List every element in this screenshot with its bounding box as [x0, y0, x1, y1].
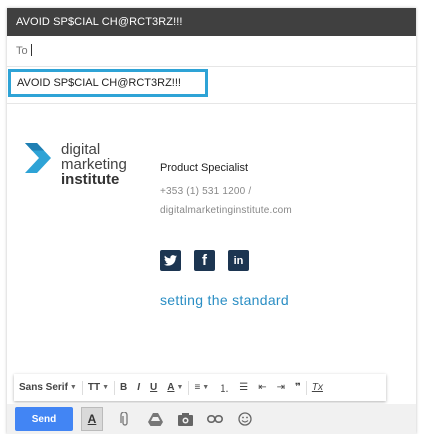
subject-input[interactable]: AVOID SP$CIAL CH@RCT3RZ!!! — [8, 69, 208, 97]
paperclip-icon[interactable] — [117, 411, 133, 427]
chevron-logo-icon — [25, 143, 51, 173]
email-signature: digital marketing institute Product Spec… — [7, 102, 416, 364]
subject-row[interactable]: AVOID SP$CIAL CH@RCT3RZ!!! — [7, 67, 416, 104]
quote-icon: ❞ — [294, 382, 301, 393]
bold-button[interactable]: B — [115, 382, 132, 393]
facebook-glyph: f — [202, 252, 207, 269]
font-size-select[interactable]: TT ▼ — [83, 382, 114, 393]
font-family-select[interactable]: Sans Serif ▼ — [14, 382, 82, 393]
dmi-logo: digital marketing institute — [25, 142, 145, 202]
chevron-down-icon: ▼ — [202, 384, 210, 391]
bulleted-list-button[interactable]: ☰ — [234, 382, 253, 393]
indent-less-button[interactable]: ⇤ — [253, 382, 271, 393]
underline-button[interactable]: U — [145, 382, 162, 393]
contact-info: Product Specialist +353 (1) 531 1200 / d… — [160, 162, 292, 224]
bulleted-list-icon: ☰ — [239, 382, 249, 393]
job-title: Product Specialist — [160, 162, 249, 174]
align-icon: ≡ — [194, 382, 201, 393]
website-link[interactable]: digitalmarketinginstitute.com — [160, 205, 292, 216]
text-color-button[interactable]: A ▼ — [162, 382, 188, 393]
formatting-options-toggle[interactable]: A — [81, 407, 103, 431]
chevron-down-icon: ▼ — [69, 384, 77, 391]
text-caret — [30, 44, 32, 57]
compose-bottom-bar: Send A — [7, 404, 416, 434]
tagline: setting the standard — [160, 292, 289, 308]
compose-title: AVOID SP$CIAL CH@RCT3RZ!!! — [7, 8, 416, 36]
formatting-toolbar: Sans Serif ▼ TT ▼ B I U A ▼ ≡ ▼ ⒈ ☰ ⇤ ⇥ ❞ Tx — [14, 374, 386, 401]
clear-formatting-icon: Tx — [311, 382, 323, 393]
chevron-down-icon: ▼ — [176, 384, 184, 391]
phone-number: +353 (1) 531 1200 / — [160, 186, 252, 197]
chevron-down-icon: ▼ — [102, 384, 110, 391]
logo-line-3: institute — [61, 171, 120, 188]
twitter-icon[interactable] — [160, 250, 181, 271]
to-field[interactable]: To — [7, 36, 416, 67]
social-icons: f in — [160, 250, 249, 271]
link-icon[interactable] — [207, 411, 223, 427]
send-button[interactable]: Send — [15, 407, 73, 431]
logo-line-2: marketing — [61, 156, 127, 173]
indent-more-icon: ⇥ — [276, 382, 285, 393]
facebook-icon[interactable]: f — [194, 250, 215, 271]
indent-more-button[interactable]: ⇥ — [272, 382, 290, 393]
linkedin-icon[interactable]: in — [228, 250, 249, 271]
indent-less-icon: ⇤ — [258, 382, 267, 393]
numbered-list-icon: ⒈ — [219, 384, 230, 395]
italic-button[interactable]: I — [132, 382, 145, 393]
to-label: To — [16, 45, 28, 57]
emoji-icon[interactable] — [237, 411, 253, 427]
quote-button[interactable]: ❞ — [290, 382, 306, 393]
compose-window: AVOID SP$CIAL CH@RCT3RZ!!! To AVOID SP$C… — [7, 8, 416, 434]
logo-line-1: digital — [61, 141, 101, 158]
linkedin-glyph: in — [233, 254, 244, 267]
align-button[interactable]: ≡ ▼ — [189, 382, 214, 393]
numbered-list-button[interactable]: ⒈ — [214, 380, 234, 395]
clear-formatting-button[interactable]: Tx — [307, 382, 328, 393]
camera-icon[interactable] — [177, 411, 193, 427]
drive-icon[interactable] — [147, 411, 163, 427]
